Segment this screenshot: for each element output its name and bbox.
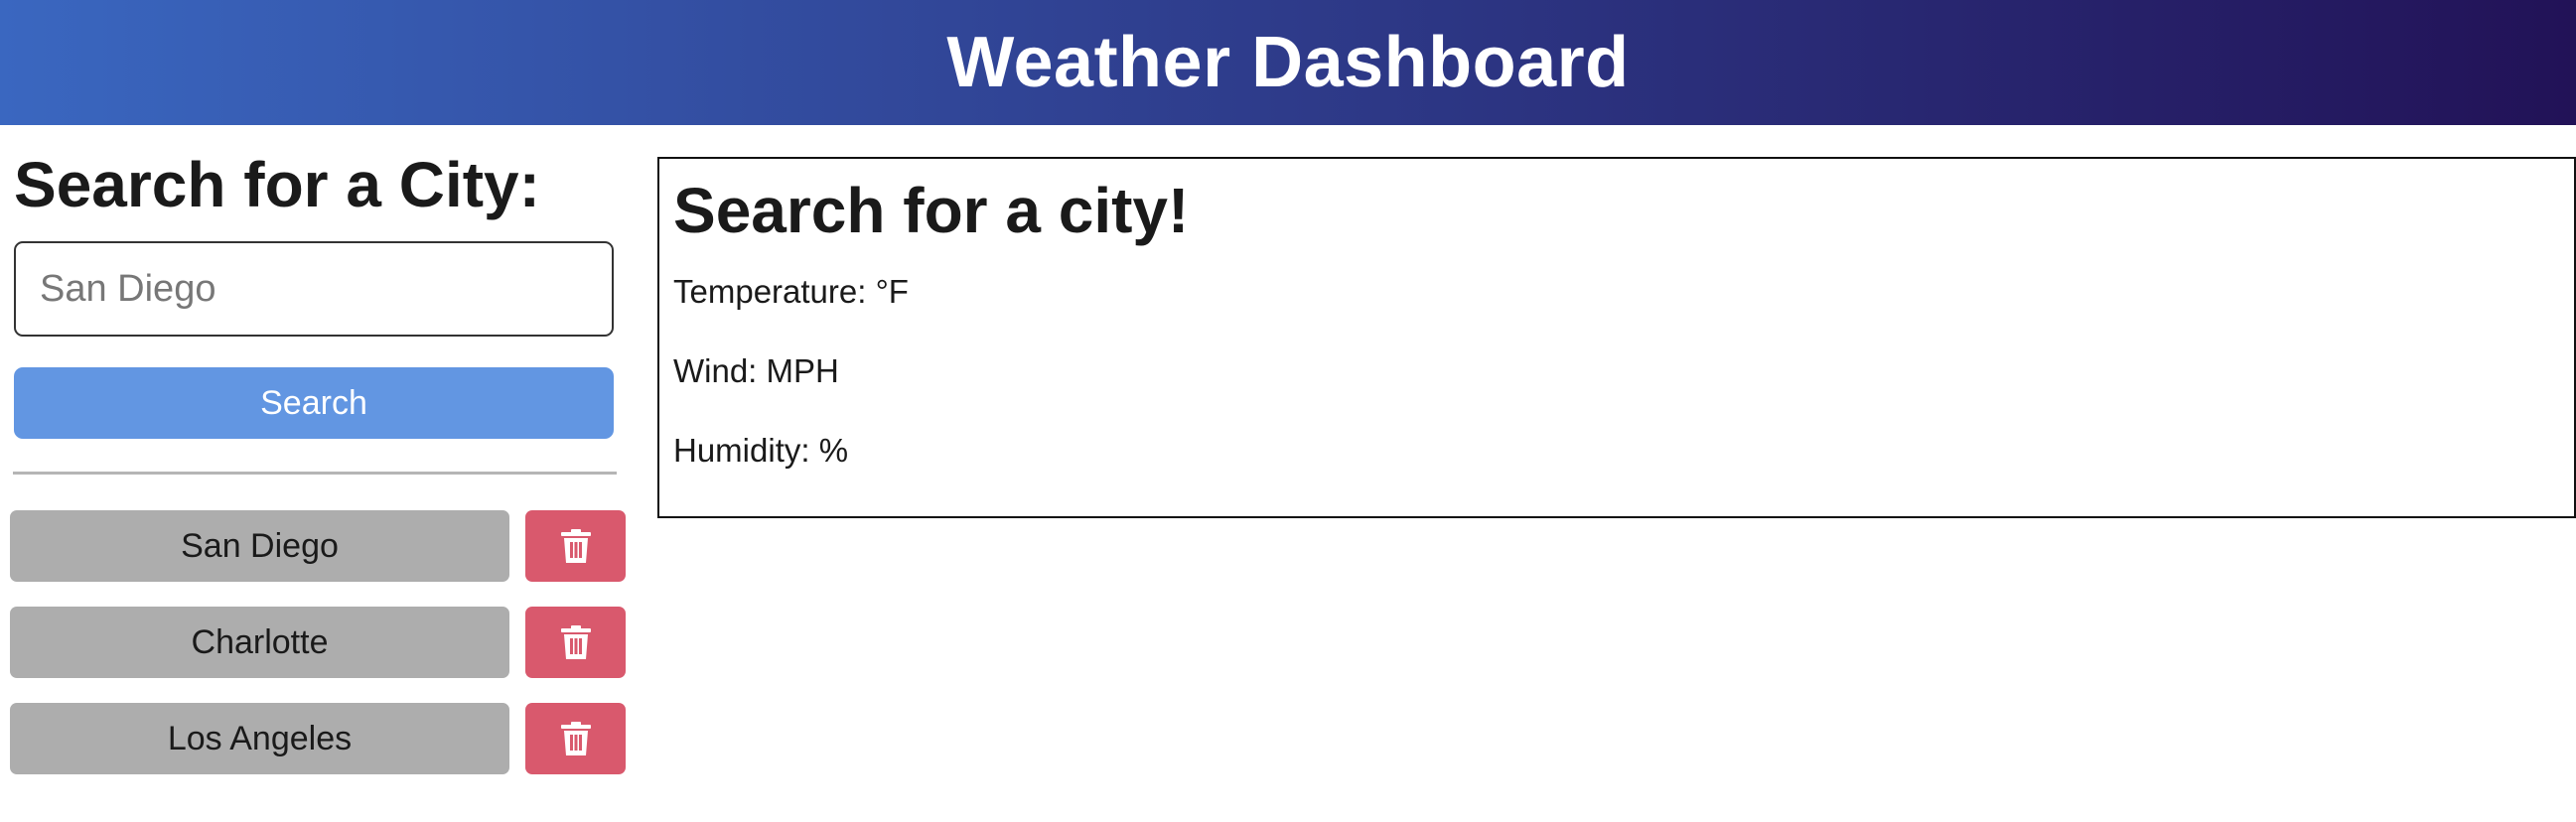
delete-city-button[interactable] [525, 607, 626, 678]
history-item: Charlotte [10, 607, 626, 680]
history-city-button[interactable]: Los Angeles [10, 703, 509, 774]
history-item: Los Angeles [10, 703, 626, 776]
current-weather-card: Search for a city! Temperature: °F Wind:… [657, 157, 2576, 518]
weather-title: Search for a city! [673, 175, 1190, 246]
history-city-button[interactable]: Charlotte [10, 607, 509, 678]
city-search-input[interactable] [14, 241, 614, 337]
sidebar-title: Search for a City: [14, 149, 540, 220]
temperature-value: Temperature: °F [673, 273, 909, 310]
trash-icon [560, 529, 591, 563]
search-sidebar: Search for a City: Search San Diego Char… [0, 125, 636, 822]
history-item: San Diego [10, 510, 626, 584]
app-header: Weather Dashboard [0, 0, 2576, 125]
search-button[interactable]: Search [14, 367, 614, 439]
trash-icon [560, 722, 591, 755]
history-city-button[interactable]: San Diego [10, 510, 509, 582]
sidebar-divider [13, 472, 617, 475]
wind-value: Wind: MPH [673, 352, 839, 389]
humidity-value: Humidity: % [673, 432, 849, 469]
delete-city-button[interactable] [525, 703, 626, 774]
delete-city-button[interactable] [525, 510, 626, 582]
trash-icon [560, 625, 591, 659]
page-title: Weather Dashboard [946, 23, 1630, 102]
